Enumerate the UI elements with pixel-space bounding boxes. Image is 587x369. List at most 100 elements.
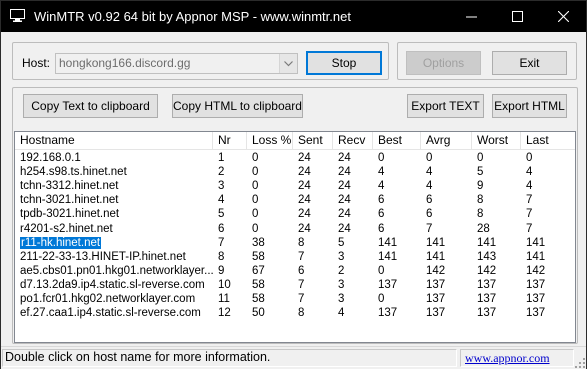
- cell-text: 3: [338, 278, 345, 291]
- results-table[interactable]: Hostname Nr Loss % Sent Recv Best Avrg W…: [14, 131, 576, 343]
- host-value: hongkong166.discord.gg: [59, 56, 191, 70]
- cell-loss: 67: [247, 264, 293, 278]
- cell-text: 0: [426, 152, 433, 164]
- cell-text: 58: [252, 250, 265, 263]
- cell-hostname[interactable]: tchn-3312.hinet.net: [15, 179, 213, 193]
- copy-html-button[interactable]: Copy HTML to clipboard: [172, 94, 303, 118]
- cell-text: 4: [378, 180, 385, 193]
- cell-text: 24: [298, 222, 311, 235]
- chevron-down-icon: [284, 60, 293, 66]
- cell-text: 24: [338, 152, 351, 164]
- cell-worst: 143: [472, 250, 521, 264]
- table-row[interactable]: 211-22-33-13.HINET-IP.hinet.net 8 58 7 3 141 1…: [15, 250, 575, 264]
- cell-text: 137: [477, 293, 497, 305]
- cell-text: d7.13.2da9.ip4.static.sl-reverse.com: [20, 278, 205, 291]
- cell-recv: 24: [333, 151, 373, 165]
- export-html-button[interactable]: Export HTML: [492, 94, 567, 118]
- maximize-button[interactable]: [495, 1, 540, 32]
- column-header-last[interactable]: Last: [521, 132, 575, 149]
- cell-hostname[interactable]: r11-hk.hinet.net: [15, 235, 213, 250]
- cell-best: 137: [373, 306, 421, 320]
- cell-loss: 58: [247, 250, 293, 264]
- column-header-best[interactable]: Best: [373, 132, 421, 149]
- cell-text: 137: [378, 278, 398, 291]
- cell-hostname[interactable]: po1.fcr01.hkg02.networklayer.com: [15, 292, 213, 306]
- cell-text: 8: [218, 250, 225, 263]
- column-header-nr[interactable]: Nr: [213, 132, 247, 149]
- cell-last: 137: [521, 306, 575, 320]
- cell-sent: 8: [293, 236, 333, 250]
- cell-avrg: 4: [421, 179, 472, 193]
- cell-text: 2: [218, 166, 225, 179]
- column-header-loss[interactable]: Loss %: [247, 132, 293, 149]
- cell-hostname[interactable]: ef.27.caa1.ip4.static.sl-reverse.com: [15, 306, 213, 320]
- table-row[interactable]: tpdb-3021.hinet.net 5 0 24 24 6 6 8 7: [15, 207, 575, 221]
- table-row[interactable]: r4201-s2.hinet.net 6 0 24 24 6 7 28 7: [15, 222, 575, 236]
- cell-text: tchn-3312.hinet.net: [20, 180, 119, 193]
- table-row[interactable]: d7.13.2da9.ip4.static.sl-reverse.com 10 58…: [15, 278, 575, 292]
- minimize-button[interactable]: [449, 1, 494, 32]
- resize-grip-icon[interactable]: [575, 358, 585, 368]
- cell-text: 211-22-33-13.HINET-IP.hinet.net: [20, 250, 186, 263]
- cell-loss: 58: [247, 292, 293, 306]
- cell-hostname[interactable]: h254.s98.ts.hinet.net: [15, 165, 213, 179]
- column-header-hostname[interactable]: Hostname: [15, 132, 213, 149]
- title-bar[interactable]: WinMTR v0.92 64 bit by Appnor MSP - www.…: [1, 1, 586, 32]
- cell-best: 6: [373, 207, 421, 221]
- cell-text: 141: [526, 250, 546, 263]
- cell-best: 0: [373, 151, 421, 165]
- exit-button[interactable]: Exit: [492, 51, 567, 75]
- column-header-recv[interactable]: Recv: [333, 132, 373, 149]
- cell-hostname[interactable]: 211-22-33-13.HINET-IP.hinet.net: [15, 250, 213, 264]
- export-text-button[interactable]: Export TEXT: [407, 94, 484, 118]
- cell-text: 6: [378, 222, 385, 235]
- dropdown-arrow[interactable]: [279, 54, 297, 73]
- cell-text: 137: [526, 307, 546, 320]
- cell-text: ef.27.caa1.ip4.static.sl-reverse.com: [20, 307, 201, 320]
- column-header-worst[interactable]: Worst: [472, 132, 521, 149]
- cell-hostname[interactable]: 192.168.0.1: [15, 151, 213, 165]
- cell-last: 7: [521, 222, 575, 236]
- cell-text: ae5.cbs01.pn01.hkg01.networklayer....: [20, 264, 213, 277]
- column-header-avrg[interactable]: Avrg: [421, 132, 472, 149]
- table-row[interactable]: tchn-3312.hinet.net 3 0 24 24 4 4 9 4: [15, 179, 575, 193]
- cell-hostname[interactable]: ae5.cbs01.pn01.hkg01.networklayer....: [15, 264, 213, 278]
- table-row[interactable]: ef.27.caa1.ip4.static.sl-reverse.com 12 50…: [15, 306, 575, 320]
- close-button[interactable]: [541, 1, 586, 32]
- table-row[interactable]: ae5.cbs01.pn01.hkg01.networklayer.... 9 67…: [15, 264, 575, 278]
- cell-text: 141: [477, 236, 497, 249]
- cell-recv: 24: [333, 165, 373, 179]
- table-row[interactable]: po1.fcr01.hkg02.networklayer.com 11 58 7 3 0 1…: [15, 292, 575, 306]
- cell-hostname[interactable]: tpdb-3021.hinet.net: [15, 207, 213, 221]
- cell-text: 5: [218, 208, 225, 221]
- column-header-sent[interactable]: Sent: [293, 132, 333, 149]
- stop-button[interactable]: Stop: [306, 51, 382, 75]
- cell-loss: 0: [247, 179, 293, 193]
- cell-hostname[interactable]: tchn-3021.hinet.net: [15, 193, 213, 207]
- cell-recv: 5: [333, 236, 373, 250]
- cell-text: 7: [298, 278, 305, 291]
- table-row[interactable]: r11-hk.hinet.net 7 38 8 5 141 141 141 141: [15, 235, 575, 250]
- cell-text: 6: [378, 194, 385, 207]
- cell-text: h254.s98.ts.hinet.net: [20, 166, 127, 179]
- cell-text: 24: [338, 208, 351, 221]
- host-label: Host:: [22, 56, 51, 70]
- cell-text: 141: [378, 250, 398, 263]
- cell-text: 9: [477, 180, 484, 193]
- cell-sent: 6: [293, 264, 333, 278]
- copy-text-button[interactable]: Copy Text to clipboard: [23, 94, 158, 118]
- status-bar: Double click on host name for more infor…: [1, 346, 586, 369]
- options-button[interactable]: Options: [406, 51, 481, 75]
- cell-hostname[interactable]: r4201-s2.hinet.net: [15, 222, 213, 236]
- cell-hostname[interactable]: d7.13.2da9.ip4.static.sl-reverse.com: [15, 278, 213, 292]
- table-row[interactable]: tchn-3021.hinet.net 4 0 24 24 6 6 8 7: [15, 193, 575, 207]
- host-combobox[interactable]: hongkong166.discord.gg: [55, 53, 298, 74]
- table-row[interactable]: 192.168.0.1 1 0 24 24 0 0 0 0: [15, 151, 575, 165]
- cell-text: 0: [252, 166, 259, 179]
- cell-recv: 3: [333, 278, 373, 292]
- cell-text: 137: [477, 307, 497, 320]
- cell-best: 6: [373, 193, 421, 207]
- table-row[interactable]: h254.s98.ts.hinet.net 2 0 24 24 4 4 5 4: [15, 165, 575, 179]
- cell-text: 8: [477, 208, 484, 221]
- appnor-link[interactable]: www.appnor.com: [465, 351, 550, 366]
